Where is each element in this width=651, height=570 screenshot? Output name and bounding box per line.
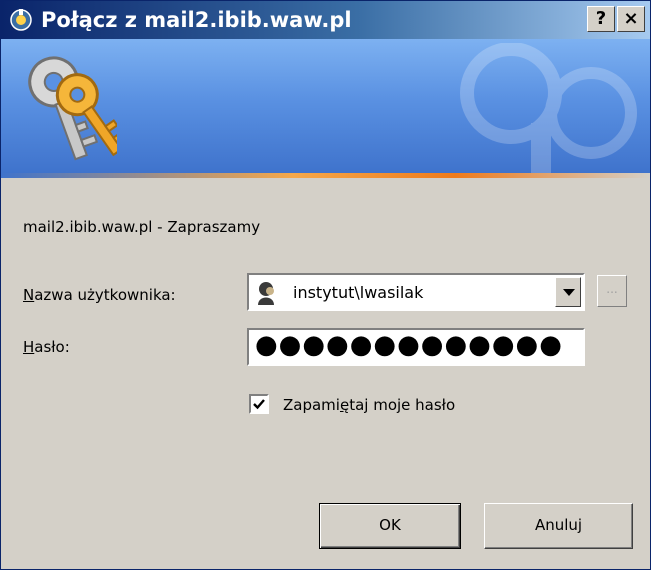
check-icon	[253, 399, 265, 410]
password-label-text: asło:	[34, 338, 70, 356]
app-icon	[10, 9, 32, 31]
remember-label-before: Zapami	[283, 396, 340, 414]
username-value: instytut\lwasilak	[293, 283, 424, 302]
ok-button[interactable]: OK	[319, 503, 461, 549]
dropdown-arrow-icon[interactable]	[555, 277, 581, 307]
dialog-banner	[1, 39, 650, 173]
username-label-accel: N	[23, 286, 35, 304]
remember-password-label[interactable]: Zapamiętaj moje hasło	[283, 396, 455, 414]
close-button[interactable]: ×	[617, 6, 645, 32]
username-label: Nazwa użytkownika:	[23, 286, 176, 304]
help-button[interactable]: ?	[587, 6, 615, 32]
password-label: Hasło:	[23, 338, 70, 356]
window-title: Połącz z mail2.ibib.waw.pl	[41, 8, 352, 32]
keys-icon	[28, 56, 117, 161]
banner-accent-line	[1, 173, 650, 178]
remember-password-checkbox[interactable]	[249, 394, 269, 414]
user-icon	[258, 282, 274, 305]
password-field[interactable]: ●●●●●●●●●●●●●	[247, 328, 585, 366]
username-label-text: azwa użytkownika:	[34, 286, 176, 304]
cancel-button[interactable]: Anuluj	[484, 503, 633, 549]
password-label-accel: H	[23, 338, 35, 356]
welcome-text: mail2.ibib.waw.pl - Zapraszamy	[23, 218, 261, 236]
title-bar[interactable]: Połącz z mail2.ibib.waw.pl ? ×	[1, 1, 650, 39]
browse-credentials-button[interactable]: ...	[597, 275, 627, 307]
remember-label-accel: ę	[339, 396, 350, 414]
keys-watermark-icon	[460, 43, 637, 173]
username-combobox[interactable]: instytut\lwasilak	[247, 273, 585, 311]
connect-dialog: Połącz z mail2.ibib.waw.pl ? × mail2.ibi…	[0, 0, 651, 570]
remember-label-after: taj moje hasło	[349, 396, 456, 414]
